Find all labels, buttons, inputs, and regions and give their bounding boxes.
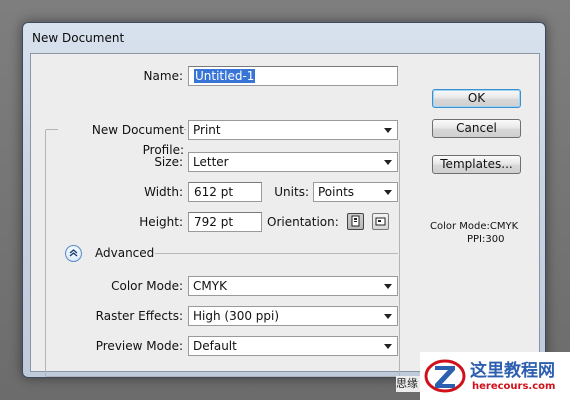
color-mode-select[interactable]: CMYK: [188, 276, 398, 296]
height-input[interactable]: 792 pt: [188, 212, 262, 232]
height-label: Height:: [139, 215, 183, 229]
units-select[interactable]: Points: [313, 182, 398, 202]
size-select-value: Letter: [193, 155, 229, 169]
size-select[interactable]: Letter: [188, 152, 398, 172]
preview-mode-label: Preview Mode:: [95, 339, 183, 353]
units-label: Units:: [274, 185, 309, 199]
height-input-value: 792 pt: [194, 215, 234, 229]
dialog-content: Name: Untitled-1 New Document Profile: P…: [30, 53, 540, 377]
caret-down-icon: [384, 128, 392, 133]
preview-mode-select[interactable]: Default: [188, 336, 398, 356]
orientation-portrait-button[interactable]: [347, 213, 364, 230]
width-input[interactable]: 612 pt: [188, 182, 262, 202]
caret-down-icon: [384, 344, 392, 349]
preview-mode-select-value: Default: [193, 339, 237, 353]
portrait-page-icon: [351, 215, 360, 227]
caret-down-icon: [384, 284, 392, 289]
landscape-page-icon: [375, 217, 386, 226]
width-input-value: 612 pt: [194, 185, 234, 199]
profile-select[interactable]: Print: [188, 120, 398, 140]
color-mode-info: Color Mode:CMYK: [430, 221, 519, 232]
advanced-toggle-button[interactable]: [65, 245, 82, 262]
raster-effects-label: Raster Effects:: [95, 309, 183, 323]
templates-button[interactable]: Templates...: [432, 155, 521, 174]
name-input[interactable]: Untitled-1: [188, 66, 398, 86]
watermark-z-icon: [424, 359, 466, 393]
raster-effects-select-value: High (300 ppi): [193, 309, 280, 323]
size-label: Size:: [154, 155, 183, 169]
ok-button[interactable]: OK: [432, 89, 521, 108]
caret-down-icon: [384, 160, 392, 165]
name-input-value: Untitled-1: [194, 69, 256, 83]
watermark-logo: 这里教程网 herecours.com: [420, 352, 570, 400]
width-label: Width:: [144, 185, 183, 199]
chevron-up-circle-icon: [69, 249, 78, 257]
ppi-info: PPI:300: [467, 234, 505, 245]
color-mode-select-value: CMYK: [193, 279, 227, 293]
cancel-button[interactable]: Cancel: [432, 119, 521, 138]
dialog-title: New Document: [32, 31, 125, 45]
caret-down-icon: [384, 314, 392, 319]
units-select-value: Points: [318, 185, 355, 199]
caret-down-icon: [384, 190, 392, 195]
advanced-divider: [155, 253, 398, 254]
watermark-title: 这里教程网: [470, 361, 555, 381]
raster-effects-select[interactable]: High (300 ppi): [188, 306, 398, 326]
profile-select-value: Print: [193, 123, 221, 137]
new-document-dialog: New Document Name: Untitled-1 New Docume…: [22, 22, 546, 378]
name-label: Name:: [143, 69, 183, 83]
orientation-landscape-button[interactable]: [372, 213, 389, 230]
watermark-url: herecours.com: [472, 381, 556, 392]
color-mode-label: Color Mode:: [111, 279, 183, 293]
